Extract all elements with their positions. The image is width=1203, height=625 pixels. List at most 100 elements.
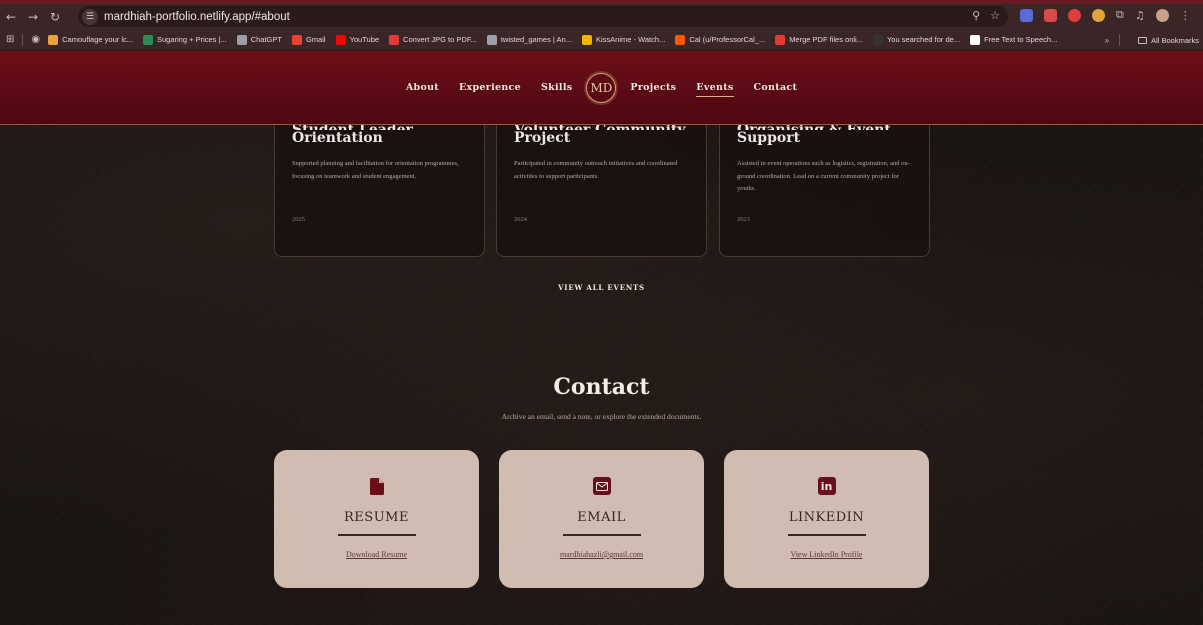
event-year: 2024: [514, 216, 527, 223]
folder-icon: [1138, 36, 1148, 44]
bookmark-item[interactable]: Cal (u/ProfessorCal_...: [675, 34, 766, 45]
bookmark-label: KissAnime - Watch...: [595, 35, 666, 44]
url-text[interactable]: mardhiah-portfolio.netlify.app/#about: [104, 11, 290, 23]
bookmark-item[interactable]: YouTube: [335, 34, 380, 45]
download-resume-link[interactable]: Download Resume: [274, 550, 479, 559]
all-bookmarks-button[interactable]: All Bookmarks: [1138, 36, 1199, 45]
divider: [787, 534, 866, 536]
bookmark-favicon-icon: [970, 34, 981, 45]
apps-grid-icon[interactable]: ⊞: [6, 34, 14, 45]
bookmark-item[interactable]: Sugaring + Prices |...: [143, 34, 227, 45]
menu-icon[interactable]: ⋮: [1180, 9, 1191, 22]
event-card[interactable]: Organising & Event Support Assisted in e…: [719, 103, 930, 257]
event-title: Student Leader Orientation: [292, 122, 467, 146]
nav-link-events[interactable]: Events: [696, 79, 734, 97]
bookmark-label: Cal (u/ProfessorCal_...: [689, 35, 766, 44]
bookmark-label: Sugaring + Prices |...: [157, 35, 227, 44]
media-icon[interactable]: ♫: [1135, 9, 1145, 22]
contact-subtitle: Archive an email, send a note, or explor…: [501, 412, 702, 421]
email-link[interactable]: mardhiahazli@gmail.com: [499, 550, 704, 559]
extension-icon[interactable]: [1020, 8, 1033, 22]
url-field[interactable]: ☰ mardhiah-portfolio.netlify.app/#about …: [78, 6, 1008, 27]
bookmark-label: Free Text to Speech...: [984, 35, 1058, 44]
bookmark-label: Gmail: [305, 35, 326, 44]
extension-icon[interactable]: [1044, 8, 1057, 22]
event-title-line: Project: [514, 130, 571, 146]
bookmark-label: twisted_games | An...: [500, 35, 572, 44]
nav-link-skills[interactable]: Skills: [541, 79, 572, 96]
forward-icon[interactable]: →: [22, 10, 44, 24]
contact-heading: Contact: [553, 374, 650, 400]
bookmark-item[interactable]: Free Text to Speech...: [970, 34, 1058, 45]
bookmark-favicon-icon: [675, 34, 686, 45]
avatar[interactable]: [1155, 8, 1169, 22]
extension-icon[interactable]: [1092, 8, 1105, 22]
view-all-events-link[interactable]: VIEW ALL EVENTS: [0, 283, 1203, 292]
puzzle-icon[interactable]: ⧉: [1116, 8, 1124, 22]
resume-label: RESUME: [344, 510, 409, 525]
bookmark-item[interactable]: Merge PDF files onli...: [775, 34, 863, 45]
envelope-icon: [592, 477, 611, 495]
email-card[interactable]: EMAIL mardhiahazli@gmail.com: [499, 450, 704, 588]
bookmark-favicon-icon: [775, 34, 786, 45]
bookmark-item[interactable]: KissAnime - Watch...: [581, 34, 666, 45]
page: About Experience Skills MD Projects Even…: [0, 51, 1203, 625]
reload-icon[interactable]: ↻: [44, 10, 66, 24]
event-card[interactable]: Student Leader Orientation Supported pla…: [274, 103, 485, 257]
site-info-icon[interactable]: ☰: [82, 8, 98, 25]
bookmark-label: Convert JPG to PDF...: [403, 35, 477, 44]
bookmark-star-icon[interactable]: ☆: [990, 9, 1000, 22]
site-logo[interactable]: MD: [586, 72, 617, 103]
zoom-icon[interactable]: ⚲: [972, 9, 980, 22]
nav-link-projects[interactable]: Projects: [630, 79, 676, 96]
bookmark-favicon-icon: [872, 34, 883, 45]
event-year: 2023: [737, 216, 750, 223]
email-label: EMAIL: [577, 510, 626, 525]
bookmark-item[interactable]: twisted_games | An...: [486, 34, 572, 45]
nav-link-contact[interactable]: Contact: [754, 79, 798, 96]
divider: [562, 534, 641, 536]
bookmark-item[interactable]: ChatGPT: [236, 34, 282, 45]
linkedin-icon: in: [817, 477, 836, 495]
divider: [337, 534, 416, 536]
event-description: Participated in community outreach initi…: [514, 160, 678, 180]
linkedin-label: LINKEDIN: [788, 510, 865, 525]
nav-link-about[interactable]: About: [406, 79, 439, 96]
linkedin-profile-link[interactable]: View LinkedIn Profile: [724, 550, 929, 559]
event-year: 2025: [292, 216, 305, 223]
extension-icon[interactable]: [1068, 8, 1081, 22]
event-title: Organising & Event Support: [737, 122, 912, 146]
bookmark-item[interactable]: You searched for de...: [872, 34, 961, 45]
bookmark-label: You searched for de...: [886, 35, 961, 44]
event-title: Volunteer Community Project: [514, 122, 689, 146]
extensions-bar: ⧉ ♫ ⋮: [1020, 8, 1191, 22]
bookmarks-overflow-button[interactable]: »: [1105, 36, 1109, 45]
divider: [22, 33, 24, 46]
bookmark-item[interactable]: Convert JPG to PDF...: [389, 34, 477, 45]
bookmark-label: Camouflage your lc...: [62, 35, 133, 44]
bookmark-favicon-icon: [291, 34, 302, 45]
event-description: Assisted in event operations such as log…: [737, 160, 910, 192]
bookmark-label: YouTube: [349, 35, 380, 44]
linkedin-card[interactable]: in LINKEDIN View LinkedIn Profile: [724, 450, 929, 588]
bookmark-item[interactable]: Gmail: [291, 34, 326, 45]
event-title-line: Orientation: [292, 130, 383, 146]
document-icon: [368, 477, 386, 495]
bookmarks-bar: ⊞ ◉ Camouflage your lc... Sugaring + Pric…: [0, 29, 1203, 51]
event-title-line: Support: [737, 130, 801, 146]
bookmark-label: Merge PDF files onli...: [789, 35, 863, 44]
globe-icon[interactable]: ◉: [31, 34, 40, 45]
bookmark-favicon-icon: [486, 34, 497, 45]
nav-link-experience[interactable]: Experience: [459, 79, 521, 96]
back-icon[interactable]: ←: [0, 10, 22, 24]
bookmark-favicon-icon: [335, 34, 346, 45]
event-card[interactable]: Volunteer Community Project Participated…: [496, 103, 707, 257]
divider: [1119, 34, 1121, 46]
bookmark-label: ChatGPT: [250, 35, 282, 44]
resume-card[interactable]: RESUME Download Resume: [274, 450, 479, 588]
bookmark-item[interactable]: Camouflage your lc...: [48, 34, 133, 45]
bookmark-favicon-icon: [48, 34, 59, 45]
address-bar: ← → ↻ ☰ mardhiah-portfolio.netlify.app/#…: [0, 4, 1203, 29]
site-navbar: About Experience Skills MD Projects Even…: [0, 51, 1203, 125]
bookmark-favicon-icon: [389, 34, 400, 45]
